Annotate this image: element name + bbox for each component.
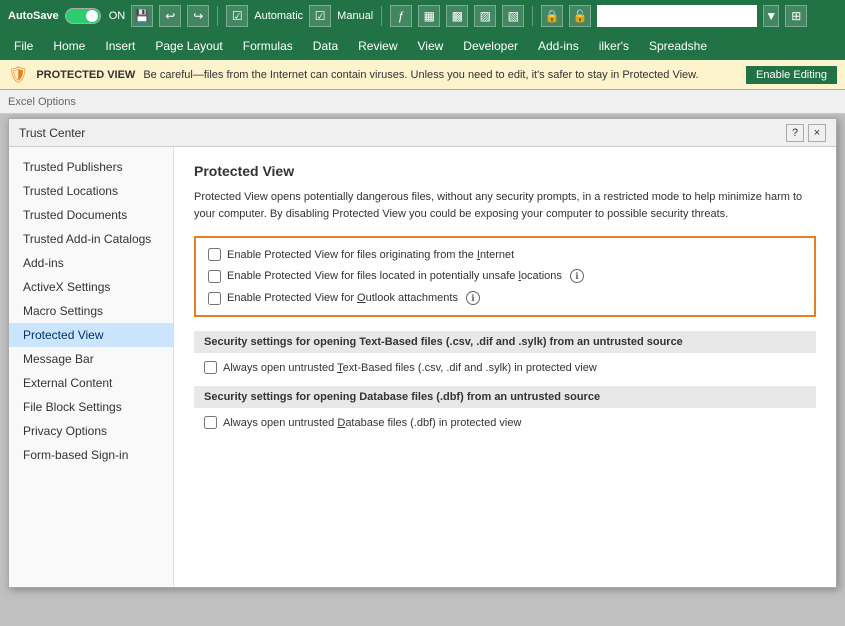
checkbox-database[interactable] <box>204 416 217 429</box>
menu-developer[interactable]: Developer <box>453 35 528 57</box>
automatic-label: Automatic <box>254 10 303 22</box>
sep3 <box>532 6 533 26</box>
sidebar-item-macro-settings[interactable]: Macro Settings <box>9 299 173 323</box>
dialog-close-button[interactable]: × <box>808 124 826 142</box>
sidebar-item-form-based-signin[interactable]: Form-based Sign-in <box>9 443 173 467</box>
sep1 <box>217 6 218 26</box>
sidebar: Trusted Publishers Trusted Locations Tru… <box>9 147 174 587</box>
sidebar-item-trusted-add-in-catalogs[interactable]: Trusted Add-in Catalogs <box>9 227 173 251</box>
menu-bar: File Home Insert Page Layout Formulas Da… <box>0 32 845 60</box>
dialog-help-button[interactable]: ? <box>786 124 804 142</box>
menu-add-ins[interactable]: Add-ins <box>528 35 589 57</box>
menu-file[interactable]: File <box>4 35 43 57</box>
underline-database: D <box>337 417 345 429</box>
checkbox-database-label: Always open untrusted Database files (.d… <box>223 417 521 429</box>
menu-data[interactable]: Data <box>303 35 348 57</box>
checkbox-outlook[interactable] <box>208 292 221 305</box>
checkbox-internet-label: Enable Protected View for files originat… <box>227 249 514 261</box>
dialog-title: Trust Center <box>19 126 85 140</box>
checkbox1-icon[interactable]: ☑ <box>226 5 248 27</box>
underline-locations: l <box>518 270 520 282</box>
table2-icon[interactable]: ▩ <box>446 5 468 27</box>
underline-internet: I <box>477 249 480 261</box>
save-icon[interactable]: 💾 <box>131 5 153 27</box>
shield-icon: 🛡 <box>8 65 28 85</box>
checkbox-text-based-label: Always open untrusted Text-Based files (… <box>223 362 597 374</box>
checkbox-row-database: Always open untrusted Database files (.d… <box>194 416 816 429</box>
unlock-icon[interactable]: 🔓 <box>569 5 591 27</box>
pv-text: Be careful—files from the Internet can c… <box>143 69 738 81</box>
protected-view-bar: 🛡 PROTECTED VIEW Be careful—files from t… <box>0 60 845 90</box>
sidebar-item-trusted-locations[interactable]: Trusted Locations <box>9 179 173 203</box>
formula-dropdown[interactable]: ▼ <box>763 5 779 27</box>
checkbox2-icon[interactable]: ☑ <box>309 5 331 27</box>
expand-icon[interactable]: ⊞ <box>785 5 807 27</box>
table-icon[interactable]: ▦ <box>418 5 440 27</box>
sidebar-item-external-content[interactable]: External Content <box>9 371 173 395</box>
toggle-knob <box>86 10 98 22</box>
text-based-section: Security settings for opening Text-Based… <box>194 331 816 374</box>
menu-formulas[interactable]: Formulas <box>233 35 303 57</box>
checkbox-text-based[interactable] <box>204 361 217 374</box>
checkbox-row-internet: Enable Protected View for files originat… <box>208 248 802 261</box>
menu-page-layout[interactable]: Page Layout <box>145 35 232 57</box>
section-desc: Protected View opens potentially dangero… <box>194 189 816 222</box>
menu-home[interactable]: Home <box>43 35 95 57</box>
formula-bar-input[interactable] <box>597 5 757 27</box>
sidebar-item-trusted-documents[interactable]: Trusted Documents <box>9 203 173 227</box>
outlook-info-icon[interactable]: ℹ <box>466 291 480 305</box>
menu-review[interactable]: Review <box>348 35 407 57</box>
autosave-toggle[interactable] <box>65 8 101 24</box>
undo-icon[interactable]: ↩ <box>159 5 181 27</box>
pv-label: PROTECTED VIEW <box>36 69 135 81</box>
checkbox-outlook-label: Enable Protected View for Outlook attach… <box>227 292 458 304</box>
main-content: Protected View Protected View opens pote… <box>174 147 836 587</box>
dialog-controls: ? × <box>786 124 826 142</box>
sidebar-item-add-ins[interactable]: Add-ins <box>9 251 173 275</box>
autosave-label: AutoSave <box>8 10 59 22</box>
sidebar-item-privacy-options[interactable]: Privacy Options <box>9 419 173 443</box>
dialog-titlebar: Trust Center ? × <box>9 119 836 147</box>
checkbox-row-unsafe: Enable Protected View for files located … <box>208 269 802 283</box>
menu-spreadsheet[interactable]: Spreadshe <box>639 35 717 57</box>
unsafe-info-icon[interactable]: ℹ <box>570 269 584 283</box>
checkbox-row-text-based: Always open untrusted Text-Based files (… <box>194 361 816 374</box>
trust-center-dialog: Trust Center ? × Trusted Publishers Trus… <box>8 118 837 588</box>
checkbox-unsafe-locations[interactable] <box>208 270 221 283</box>
sep2 <box>381 6 382 26</box>
checkbox-internet[interactable] <box>208 248 221 261</box>
database-header: Security settings for opening Database f… <box>194 386 816 408</box>
sidebar-item-file-block-settings[interactable]: File Block Settings <box>9 395 173 419</box>
excel-options-title: Excel Options <box>8 96 76 108</box>
underline-outlook: O <box>357 292 366 304</box>
ribbon-top: AutoSave ON 💾 ↩ ↪ ☑ Automatic ☑ Manual ƒ… <box>0 0 845 32</box>
menu-view[interactable]: View <box>408 35 454 57</box>
lock-icon[interactable]: 🔒 <box>541 5 563 27</box>
sidebar-item-activex-settings[interactable]: ActiveX Settings <box>9 275 173 299</box>
section-title: Protected View <box>194 163 816 179</box>
excel-options-bar: Excel Options <box>0 90 845 114</box>
menu-ilkers[interactable]: ilker's <box>589 35 639 57</box>
menu-insert[interactable]: Insert <box>95 35 145 57</box>
sidebar-item-message-bar[interactable]: Message Bar <box>9 347 173 371</box>
text-based-header: Security settings for opening Text-Based… <box>194 331 816 353</box>
protected-view-checkboxes: Enable Protected View for files originat… <box>194 236 816 317</box>
underline-text: T <box>337 362 343 374</box>
enable-editing-button[interactable]: Enable Editing <box>746 66 837 84</box>
dialog-body: Trusted Publishers Trusted Locations Tru… <box>9 147 836 587</box>
autosave-state: ON <box>109 10 126 22</box>
sidebar-item-protected-view[interactable]: Protected View <box>9 323 173 347</box>
table3-icon[interactable]: ▨ <box>474 5 496 27</box>
database-section: Security settings for opening Database f… <box>194 386 816 429</box>
formula-icon[interactable]: ƒ <box>390 5 412 27</box>
manual-label: Manual <box>337 10 373 22</box>
redo-icon[interactable]: ↪ <box>187 5 209 27</box>
table4-icon[interactable]: ▧ <box>502 5 524 27</box>
checkbox-unsafe-label: Enable Protected View for files located … <box>227 270 562 282</box>
checkbox-row-outlook: Enable Protected View for Outlook attach… <box>208 291 802 305</box>
sidebar-item-trusted-publishers[interactable]: Trusted Publishers <box>9 155 173 179</box>
